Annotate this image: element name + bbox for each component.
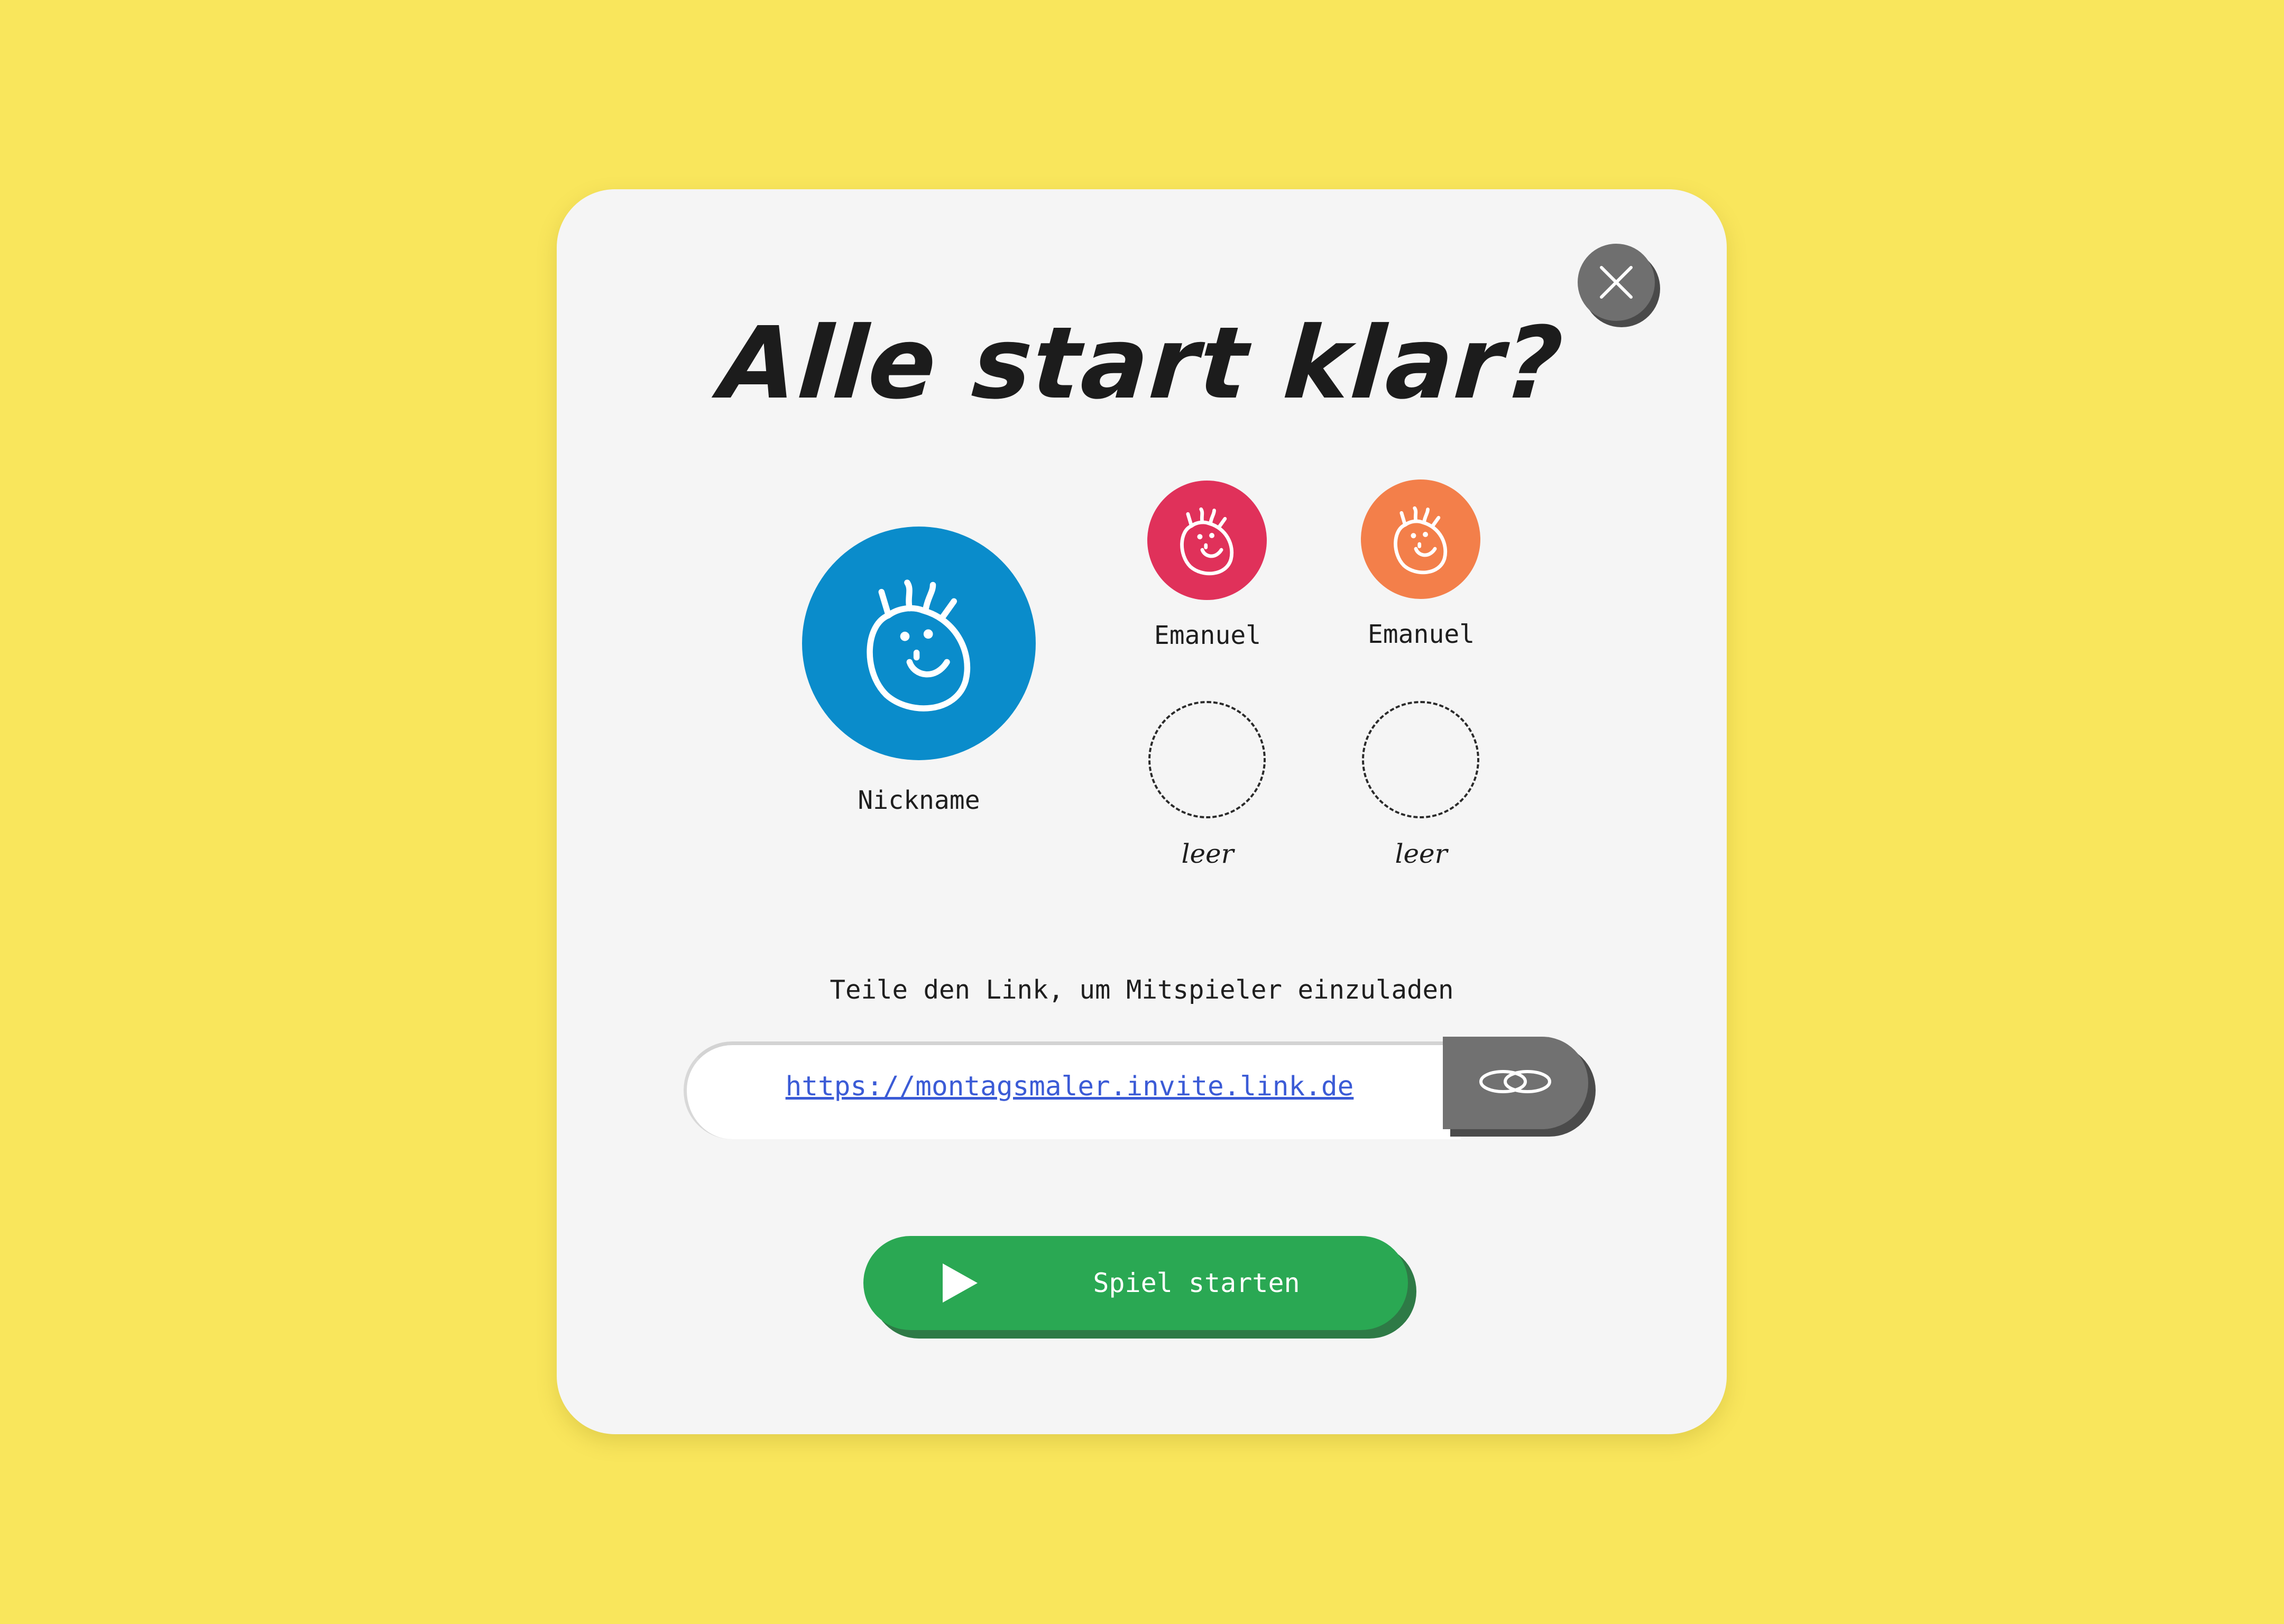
player-avatar bbox=[1147, 481, 1267, 600]
lobby-dialog: Alle start klar? Nickname Emanuel Emanue… bbox=[557, 189, 1727, 1434]
play-icon bbox=[943, 1263, 978, 1303]
copy-link-button[interactable] bbox=[1443, 1037, 1588, 1129]
smiley-face-icon bbox=[1180, 507, 1234, 576]
empty-slot-label: leer bbox=[1395, 838, 1448, 869]
dialog-title: Alle start klar? bbox=[716, 306, 1568, 421]
smiley-face-icon bbox=[1394, 506, 1448, 575]
empty-player-slot bbox=[1362, 701, 1479, 818]
invite-instruction: Teile den Link, um Mitspieler einzuladen bbox=[830, 975, 1454, 1005]
player-name: Emanuel bbox=[1367, 620, 1475, 649]
player-avatar bbox=[1361, 479, 1480, 599]
start-game-button[interactable]: Spiel starten bbox=[863, 1236, 1408, 1330]
invite-link[interactable]: https://montagsmaler.invite.link.de bbox=[715, 1071, 1424, 1102]
host-avatar bbox=[802, 527, 1036, 760]
empty-player-slot bbox=[1148, 701, 1266, 818]
empty-slot-label: leer bbox=[1181, 838, 1234, 869]
start-game-label: Spiel starten bbox=[1093, 1268, 1300, 1298]
smiley-face-icon bbox=[867, 579, 971, 712]
host-name: Nickname bbox=[858, 786, 980, 815]
link-chain-icon bbox=[1479, 1070, 1551, 1093]
player-name: Emanuel bbox=[1154, 621, 1261, 650]
